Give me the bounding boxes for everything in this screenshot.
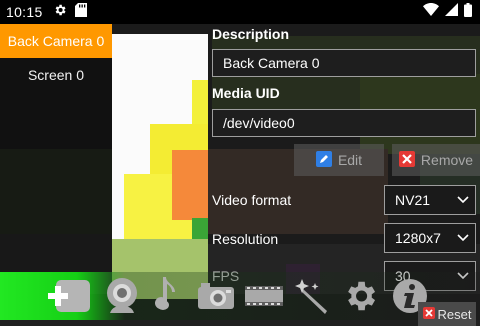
resolution-select[interactable]: 1280x7 xyxy=(384,223,476,253)
remove-label: Remove xyxy=(420,152,474,168)
edit-pencil-icon xyxy=(315,150,332,170)
remove-x-icon xyxy=(398,150,415,170)
status-bar: 10:15 xyxy=(0,0,480,24)
reset-label: Reset xyxy=(437,306,472,322)
edit-button[interactable]: Edit xyxy=(294,144,384,176)
reset-x-icon xyxy=(422,306,435,322)
video-format-select[interactable]: NV21 xyxy=(384,185,476,215)
add-source-icon[interactable] xyxy=(48,276,92,316)
bottom-toolbar xyxy=(0,272,480,320)
source-item-back-camera[interactable]: Back Camera 0 xyxy=(0,24,112,58)
description-field[interactable] xyxy=(212,49,476,77)
resolution-label: Resolution xyxy=(212,231,279,247)
video-format-label: Video format xyxy=(212,192,292,208)
magic-wand-icon[interactable] xyxy=(290,276,334,316)
battery-icon xyxy=(464,2,472,22)
edit-label: Edit xyxy=(337,152,363,168)
wifi-icon xyxy=(423,3,439,21)
settings-gear-icon[interactable] xyxy=(338,276,382,316)
description-label: Description xyxy=(212,26,290,42)
resolution-value: 1280x7 xyxy=(395,230,441,246)
media-uid-field[interactable] xyxy=(212,109,476,137)
media-uid-label: Media UID xyxy=(212,85,280,101)
camera-icon[interactable] xyxy=(194,276,238,316)
status-time: 10:15 xyxy=(6,4,43,20)
video-format-value: NV21 xyxy=(395,192,431,208)
source-item-screen[interactable]: Screen 0 xyxy=(0,58,112,92)
webcam-icon[interactable] xyxy=(100,276,144,316)
audio-note-icon[interactable] xyxy=(148,276,192,316)
source-list: Back Camera 0 Screen 0 xyxy=(0,24,112,272)
remove-button[interactable]: Remove xyxy=(392,144,480,176)
reset-button[interactable]: Reset xyxy=(418,302,476,326)
chevron-down-icon xyxy=(451,196,475,204)
sd-card-icon xyxy=(74,2,87,22)
gear-icon xyxy=(53,3,67,22)
film-strip-icon[interactable] xyxy=(242,276,286,316)
signal-icon xyxy=(445,3,458,21)
chevron-down-icon xyxy=(451,234,475,242)
